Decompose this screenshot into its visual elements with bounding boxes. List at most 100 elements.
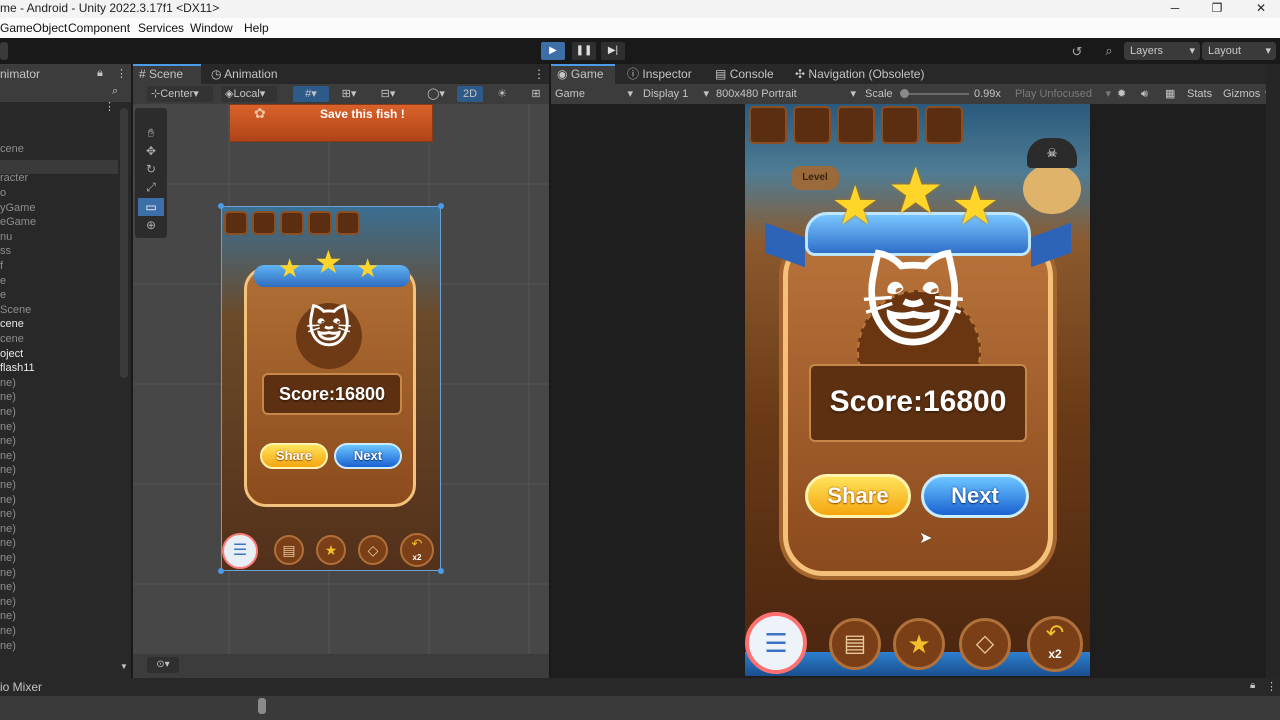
scale-slider-handle[interactable]	[900, 89, 909, 98]
hierarchy-item[interactable]: ne)	[0, 552, 16, 564]
more-icon[interactable]: ⋮	[116, 67, 127, 80]
step-button[interactable]: ▶|	[601, 42, 625, 60]
hierarchy-item[interactable]: e	[0, 275, 6, 287]
hierarchy-item[interactable]: ne)	[0, 537, 16, 549]
more-icon[interactable]: ⋮	[1266, 680, 1277, 693]
menu-component[interactable]: Component	[68, 21, 130, 35]
hierarchy-item[interactable]: cene	[0, 318, 24, 330]
lighting-button[interactable]: ☀	[491, 86, 513, 102]
tab-scene[interactable]: # Scene	[133, 64, 201, 84]
handle-bottom-right[interactable]	[438, 568, 444, 574]
lock-icon[interactable]: 🔒︎	[1250, 680, 1255, 691]
tab-audio-mixer[interactable]: io Mixer	[0, 678, 42, 696]
menu-round-button-small[interactable]: ☰	[222, 533, 258, 569]
hierarchy-item[interactable]: oject	[0, 348, 23, 360]
hierarchy-item[interactable]: ne)	[0, 406, 16, 418]
hierarchy-item[interactable]: flash11	[0, 362, 35, 374]
hierarchy-item[interactable]: ne)	[0, 508, 16, 520]
hierarchy-item[interactable]: ne)	[0, 479, 16, 491]
bottom-slider-handle[interactable]	[258, 698, 266, 714]
layout-dropdown[interactable]: Layout ▾	[1202, 42, 1276, 60]
audio-button[interactable]: ⊞	[525, 86, 547, 102]
scene-viewport[interactable]: ✋︎ ✥ ↻ ⤢ ▭ ⊕ Save this fish ! ✿ ★ ★ ★ �	[133, 104, 549, 654]
align-button[interactable]: ⊟▾	[371, 86, 405, 102]
more-icon[interactable]: ⋮	[533, 67, 545, 81]
undo-round-button[interactable]: ↶ x2	[1027, 616, 1083, 672]
handle-top-left[interactable]	[218, 203, 224, 209]
hierarchy-item[interactable]: ne)	[0, 464, 16, 476]
hierarchy-item[interactable]: e	[0, 289, 6, 301]
bug-icon[interactable]: ✹	[1117, 86, 1131, 102]
hierarchy-item[interactable]: ne)	[0, 625, 16, 637]
hierarchy-item[interactable]: cene	[0, 333, 24, 345]
grid-snap-button[interactable]: #▾	[293, 86, 329, 102]
shading-button[interactable]: ◯▾	[421, 86, 451, 102]
hierarchy-item[interactable]: ss	[0, 245, 11, 257]
hierarchy-item[interactable]: ne)	[0, 581, 16, 593]
menu-help[interactable]: Help	[244, 21, 269, 35]
hierarchy-item[interactable]: nu	[0, 231, 12, 243]
game-screen[interactable]: Level ☠ ★ ★ ★ 😺︎ Score:16800 Share Next …	[745, 104, 1090, 676]
tab-console[interactable]: ▤ Console	[715, 64, 785, 84]
hierarchy-item[interactable]: o	[0, 187, 6, 199]
stats-button[interactable]: Stats	[1187, 86, 1217, 102]
tab-game[interactable]: ◉ Game	[551, 64, 615, 84]
hand-tool-icon[interactable]: ✋︎	[138, 124, 164, 142]
display-dropdown[interactable]: Display 1 ▾	[643, 86, 709, 102]
hierarchy-item[interactable]: f	[0, 260, 3, 272]
hierarchy-item[interactable]: ne)	[0, 435, 16, 447]
rotate-tool-icon[interactable]: ↻	[138, 160, 164, 178]
hierarchy-item[interactable]: ne)	[0, 450, 16, 462]
next-button-small[interactable]: Next	[334, 443, 402, 469]
hierarchy-item[interactable]: ne)	[0, 596, 16, 608]
hierarchy-item[interactable]: ne)	[0, 391, 16, 403]
snap-increment-button[interactable]: ⊞▾	[335, 86, 363, 102]
hierarchy-item[interactable]: racter	[0, 172, 28, 184]
scale-slider-track[interactable]	[901, 93, 969, 95]
menu-gameobject[interactable]: GameObject	[0, 21, 67, 35]
gizmos-button[interactable]: Gizmos	[1223, 86, 1263, 102]
scroll-down-icon[interactable]: ▼	[120, 662, 128, 671]
undo-round-button-small[interactable]: ↶ x2	[400, 533, 434, 567]
handle-top-right[interactable]	[438, 203, 444, 209]
search-icon[interactable]: ⌕	[1098, 43, 1120, 59]
cards-round-button-small[interactable]: ◇	[358, 535, 388, 565]
scale-tool-icon[interactable]: ⤢	[138, 178, 164, 196]
play-button[interactable]: ▶	[541, 42, 565, 60]
card-round-button[interactable]: ▤	[829, 618, 881, 670]
menu-window[interactable]: Window	[190, 21, 233, 35]
hierarchy-item[interactable]: yGame	[0, 202, 35, 214]
tab-navigation[interactable]: ✣ Navigation (Obsolete)	[795, 64, 935, 84]
more-icon[interactable]: ⋮	[104, 100, 115, 113]
tab-inspector[interactable]: ⓘ Inspector	[627, 64, 707, 84]
next-button[interactable]: Next	[921, 474, 1029, 518]
tab-animation[interactable]: ◷ Animation	[211, 64, 311, 84]
menu-services[interactable]: Services	[138, 21, 184, 35]
hierarchy-scrollbar[interactable]	[120, 108, 128, 378]
menu-round-button[interactable]: ☰	[745, 612, 807, 674]
account-button[interactable]	[0, 42, 8, 60]
handle-bottom-left[interactable]	[218, 568, 224, 574]
view-dropdown[interactable]: Game ▾	[555, 86, 633, 102]
gizmo-overlay-button[interactable]: ⊙▾	[147, 657, 179, 673]
move-tool-icon[interactable]: ✥	[138, 142, 164, 160]
hierarchy-item[interactable]: eGame	[0, 216, 36, 228]
close-icon[interactable]: ✕	[1246, 0, 1276, 18]
resolution-dropdown[interactable]: 800x480 Portrait ▾	[716, 86, 856, 102]
pause-button[interactable]: ❚❚	[572, 42, 596, 60]
hierarchy-item[interactable]: cene	[0, 143, 24, 155]
hierarchy-item[interactable]: ne)	[0, 421, 16, 433]
minimize-icon[interactable]: ─	[1160, 0, 1190, 18]
hierarchy-item[interactable]: ne)	[0, 523, 16, 535]
cards-round-button[interactable]: ◇	[959, 618, 1011, 670]
hierarchy-item[interactable]: ne)	[0, 377, 16, 389]
hierarchy-item[interactable]: ne)	[0, 494, 16, 506]
card-round-button-small[interactable]: ▤	[274, 535, 304, 565]
share-button-small[interactable]: Share	[260, 443, 328, 469]
hierarchy-item[interactable]: ne)	[0, 567, 16, 579]
toggle-2d-button[interactable]: 2D	[457, 86, 483, 102]
rect-tool-icon[interactable]: ▭	[138, 198, 164, 216]
restore-icon[interactable]: ❐	[1202, 0, 1232, 18]
history-icon[interactable]: ↺	[1066, 44, 1088, 60]
share-button[interactable]: Share	[805, 474, 911, 518]
